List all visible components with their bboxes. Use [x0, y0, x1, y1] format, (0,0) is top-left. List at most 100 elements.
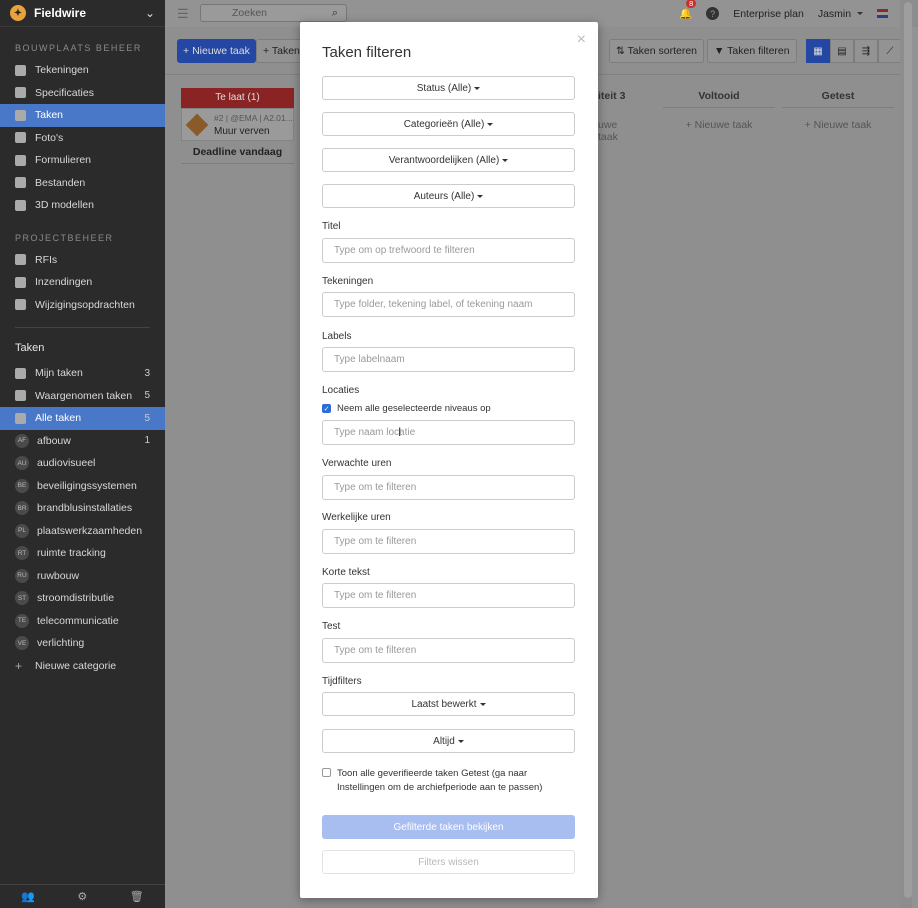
language-flag-icon[interactable]	[877, 9, 888, 18]
assignees-dropdown[interactable]: Verantwoordelijken (Alle)	[322, 148, 575, 172]
user-menu[interactable]: Jasmin	[818, 8, 863, 20]
search-input[interactable]: Zoeken ⌕	[200, 4, 347, 22]
sidebar-category-item[interactable]: AU audiovisueel	[0, 452, 165, 475]
sidebar-item-files[interactable]: Bestanden	[0, 172, 165, 195]
sidebar-item-forms[interactable]: Formulieren	[0, 149, 165, 172]
board-view-icon[interactable]: ▦	[806, 39, 830, 63]
project-menu: RFIs Inzendingen Wijzigingsopdrachten	[0, 249, 165, 317]
sidebar-item-label: Bestanden	[35, 176, 86, 189]
sidebar-item-watched-tasks[interactable]: Waargenomen taken 5	[0, 385, 165, 408]
plus-icon: +	[15, 658, 23, 673]
sidebar-category-item[interactable]: AF afbouw 1	[0, 430, 165, 453]
time-range-label: Altijd	[433, 735, 455, 747]
authors-dropdown-label: Auteurs (Alle)	[413, 190, 475, 202]
sidebar-item-label: Waargenomen taken	[35, 389, 133, 402]
sidebar-category-item[interactable]: ST stroomdistributie	[0, 587, 165, 610]
close-icon[interactable]: ×	[577, 31, 586, 49]
chevron-down-icon[interactable]: ⌄	[145, 6, 155, 20]
labels-input[interactable]	[322, 347, 575, 372]
caret-down-icon	[857, 12, 863, 16]
gantt-view-icon[interactable]: ⇶	[854, 39, 878, 63]
categories-dropdown[interactable]: Categorieën (Alle)	[322, 112, 575, 136]
sidebar-category-item[interactable]: RT ruimte tracking	[0, 542, 165, 565]
filter-label: Taken filteren	[727, 45, 790, 57]
grid-icon	[15, 412, 26, 424]
new-task-button[interactable]: + Nieuwe taak	[177, 39, 256, 63]
sidebar-item-submittals[interactable]: Inzendingen	[0, 271, 165, 294]
verified-tasks-checkbox[interactable]	[322, 768, 331, 777]
clear-filters-button[interactable]: Filters wissen	[322, 850, 575, 874]
scrollbar-thumb[interactable]	[904, 2, 912, 898]
category-avatar: RT	[15, 546, 29, 561]
late-column-header: Te laat (1)	[181, 88, 294, 108]
sidebar-item-rfis[interactable]: RFIs	[0, 249, 165, 272]
verified-tasks-checkbox-row[interactable]: Toon alle geverifieerde taken Getest (ga…	[322, 767, 552, 795]
category-avatar: PL	[15, 523, 29, 538]
sort-tasks-button[interactable]: ⇅ Taken sorteren	[609, 39, 705, 63]
plan-link[interactable]: Enterprise plan	[733, 8, 804, 20]
authors-dropdown[interactable]: Auteurs (Alle)	[322, 184, 575, 208]
forms-icon	[15, 154, 26, 166]
sidebar-item-drawings[interactable]: Tekeningen	[0, 59, 165, 82]
column-new-task[interactable]: uwe taak	[598, 119, 638, 143]
sidebar-category-item[interactable]: PL plaatswerkzaamheden	[0, 520, 165, 543]
users-icon[interactable]: 👥	[21, 890, 35, 903]
status-dropdown[interactable]: Status (Alle)	[322, 76, 575, 100]
sidebar-item-3d-models[interactable]: 3D modellen	[0, 194, 165, 217]
include-levels-label: Neem alle geselecteerde niveaus op	[337, 403, 491, 414]
sidebar: ✦ Fieldwire ⌄ BOUWPLAATS BEHEER Tekening…	[0, 0, 165, 908]
sidebar-item-photos[interactable]: Foto's	[0, 127, 165, 150]
late-label: Te laat	[215, 92, 245, 103]
section-site-management: BOUWPLAATS BEHEER	[15, 43, 142, 53]
trash-icon[interactable]: 🗑	[130, 890, 144, 903]
sidebar-item-specifications[interactable]: Specificaties	[0, 82, 165, 105]
cube-icon	[15, 199, 26, 211]
task-card-title: Muur verven	[214, 126, 270, 137]
sidebar-item-all-tasks[interactable]: Alle taken 5	[0, 407, 165, 430]
calendar-view-icon[interactable]: ▤	[830, 39, 854, 63]
actual-hours-label: Werkelijke uren	[322, 512, 391, 523]
sidebar-category-item[interactable]: TE telecommunicatie	[0, 610, 165, 633]
sidebar-category-item[interactable]: BE beveiligingssystemen	[0, 475, 165, 498]
short-text-input[interactable]	[322, 583, 575, 608]
sidebar-item-my-tasks[interactable]: Mijn taken 3	[0, 362, 165, 385]
new-category-button[interactable]: + Nieuwe categorie	[0, 655, 165, 678]
time-range-dropdown[interactable]: Altijd	[322, 729, 575, 753]
sidebar-item-change-orders[interactable]: Wijzigingsopdrachten	[0, 294, 165, 317]
last-edited-dropdown[interactable]: Laatst bewerkt	[322, 692, 575, 716]
sidebar-category-item[interactable]: VE verlichting	[0, 632, 165, 655]
actual-hours-input[interactable]	[322, 529, 575, 554]
sidebar-category-item[interactable]: BR brandblusinstallaties	[0, 497, 165, 520]
column-title: Voltooid	[698, 90, 740, 102]
bell-icon: 🔔	[679, 8, 693, 20]
include-levels-checkbox-row[interactable]: ✓ Neem alle geselecteerde niveaus op	[322, 403, 491, 414]
camera-icon	[15, 132, 26, 144]
new-category-label: Nieuwe categorie	[35, 659, 117, 672]
locations-input[interactable]	[322, 420, 575, 445]
brand-switcher[interactable]: ✦ Fieldwire ⌄	[0, 0, 165, 27]
sidebar-item-label: Mijn taken	[35, 367, 83, 380]
hamburger-icon[interactable]: ☰	[177, 6, 189, 22]
notifications-button[interactable]: 🔔 8	[679, 0, 697, 20]
test-input[interactable]	[322, 638, 575, 663]
sidebar-category-item[interactable]: RU ruwbouw	[0, 565, 165, 588]
sidebar-item-label: 3D modellen	[35, 199, 94, 212]
filter-icon: ▼	[714, 45, 725, 57]
expected-hours-input[interactable]	[322, 475, 575, 500]
gear-icon[interactable]: ⚙	[77, 890, 87, 903]
modal-title: Taken filteren	[322, 44, 412, 61]
category-label: beveiligingssystemen	[37, 479, 137, 492]
help-icon[interactable]: ?	[706, 7, 720, 20]
drawings-input[interactable]	[322, 292, 575, 317]
column-new-task[interactable]: + Nieuwe taak	[782, 119, 894, 131]
caret-down-icon	[502, 158, 509, 162]
include-levels-checkbox[interactable]: ✓	[322, 404, 331, 413]
column-new-task[interactable]: + Nieuwe taak	[663, 119, 775, 131]
filter-tasks-button[interactable]: ▼ Taken filteren	[707, 39, 797, 63]
title-input[interactable]	[322, 238, 575, 263]
sidebar-item-label: RFIs	[35, 253, 58, 266]
view-filtered-tasks-button[interactable]: Gefilterde taken bekijken	[322, 815, 575, 839]
task-card[interactable]: #2 | @EMA | A2.01... Muur verven	[181, 108, 294, 141]
sidebar-item-tasks[interactable]: Taken	[0, 104, 165, 127]
chart-view-icon[interactable]: ⟋	[878, 39, 902, 63]
